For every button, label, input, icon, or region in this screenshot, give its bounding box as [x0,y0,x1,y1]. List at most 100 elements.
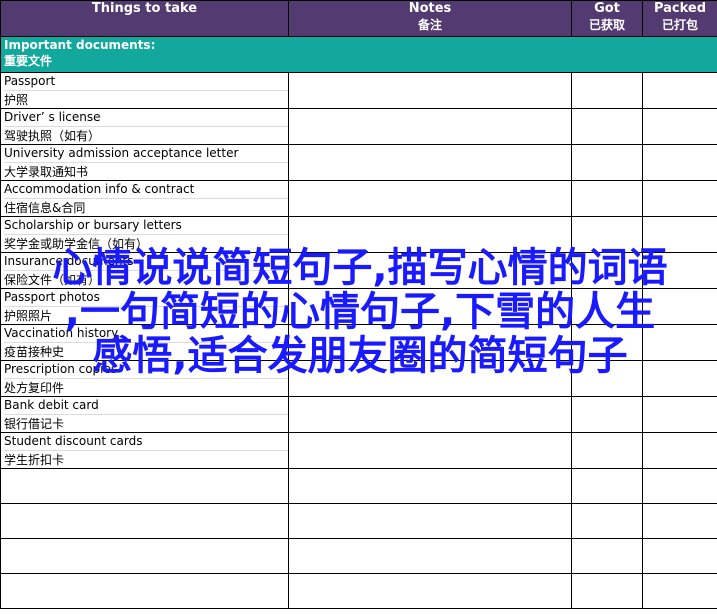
item-name-zh: 护照照片 [4,309,53,323]
got-cell[interactable] [571,72,643,109]
got-cell[interactable] [571,324,643,361]
header-notes-zh: 备注 [417,18,442,32]
notes-cell[interactable] [288,288,572,325]
section-title-zh: 重要文件 [4,54,53,68]
notes-cell[interactable] [288,180,572,217]
notes-cell[interactable] [288,468,572,504]
table-row-empty [0,538,717,574]
packed-cell[interactable] [642,180,717,217]
item-name-cell[interactable]: Prescription copies 处方复印件 [0,360,289,397]
packed-cell[interactable] [642,252,717,289]
item-name-zh: 奖学金或助学金信（如有） [4,237,149,251]
item-name-en: University admission acceptance letter [4,146,288,163]
got-cell[interactable] [571,216,643,253]
table-row: Passport photos 护照照片 [0,288,717,325]
got-cell[interactable] [571,573,643,609]
item-name-en: Driver’ s license [4,110,288,127]
got-cell[interactable] [571,432,643,469]
item-name-zh: 处方复印件 [4,381,65,395]
got-cell[interactable] [571,288,643,325]
item-name-en: Passport photos [4,290,288,307]
table-row-empty [0,503,717,539]
item-name-cell[interactable] [0,503,289,539]
got-cell[interactable] [571,503,643,539]
table-row: Vaccination history 疫苗接种史 [0,324,717,361]
item-name-cell[interactable]: Passport 护照 [0,72,289,109]
table-row: Bank debit card 银行借记卡 [0,396,717,433]
packing-checklist-table: Things to take Notes 备注 Got 已获取 Packed 已… [0,0,717,609]
item-name-cell[interactable]: Vaccination history 疫苗接种史 [0,324,289,361]
packed-cell[interactable] [642,432,717,469]
item-name-zh: 护照 [4,93,29,107]
item-name-zh: 疫苗接种史 [4,345,65,359]
table-row: Insurance documents 保险文件（如有） [0,252,717,289]
notes-cell[interactable] [288,216,572,253]
header-notes: Notes 备注 [288,0,572,37]
header-packed-en: Packed [653,1,707,17]
packed-cell[interactable] [642,108,717,145]
item-name-cell[interactable]: Scholarship or bursary letters 奖学金或助学金信（如… [0,216,289,253]
item-name-en: Student discount cards [4,434,288,451]
table-row: Driver’ s license 驾驶执照（如有） [0,108,717,145]
item-name-zh: 银行借记卡 [4,417,65,431]
packed-cell[interactable] [642,324,717,361]
notes-cell[interactable] [288,396,572,433]
got-cell[interactable] [571,360,643,397]
item-name-cell[interactable] [0,468,289,504]
notes-cell[interactable] [288,72,572,109]
item-name-cell[interactable]: University admission acceptance letter 大学… [0,144,289,181]
got-cell[interactable] [571,396,643,433]
item-name-en: Scholarship or bursary letters [4,218,288,235]
item-name-cell[interactable]: Insurance documents 保险文件（如有） [0,252,289,289]
got-cell[interactable] [571,180,643,217]
item-name-zh: 驾驶执照（如有） [4,129,101,143]
item-name-cell[interactable]: Bank debit card 银行借记卡 [0,396,289,433]
section-row-important-documents: Important documents: 重要文件 [0,36,717,73]
got-cell[interactable] [571,538,643,574]
notes-cell[interactable] [288,252,572,289]
packed-cell[interactable] [642,396,717,433]
header-row: Things to take Notes 备注 Got 已获取 Packed 已… [0,0,717,37]
header-got-zh: 已获取 [588,18,625,32]
packed-cell[interactable] [642,573,717,609]
notes-cell[interactable] [288,108,572,145]
got-cell[interactable] [571,468,643,504]
item-name-en: Accommodation info & contract [4,182,288,199]
item-name-cell[interactable]: Driver’ s license 驾驶执照（如有） [0,108,289,145]
notes-cell[interactable] [288,503,572,539]
header-packed: Packed 已打包 [642,0,717,37]
item-name-zh: 大学录取通知书 [4,165,89,179]
item-name-en: Vaccination history [4,326,288,343]
notes-cell[interactable] [288,144,572,181]
table-row: Prescription copies 处方复印件 [0,360,717,397]
notes-cell[interactable] [288,432,572,469]
item-name-cell[interactable] [0,538,289,574]
item-name-cell[interactable] [0,573,289,609]
table-row: Passport 护照 [0,72,717,109]
packed-cell[interactable] [642,538,717,574]
packed-cell[interactable] [642,216,717,253]
item-name-en: Passport [4,74,288,91]
item-name-en: Prescription copies [4,362,288,379]
packed-cell[interactable] [642,468,717,504]
got-cell[interactable] [571,252,643,289]
item-name-zh: 学生折扣卡 [4,453,65,467]
notes-cell[interactable] [288,360,572,397]
header-got-en: Got [594,1,620,17]
got-cell[interactable] [571,144,643,181]
packed-cell[interactable] [642,503,717,539]
packed-cell[interactable] [642,72,717,109]
item-name-cell[interactable]: Passport photos 护照照片 [0,288,289,325]
packed-cell[interactable] [642,360,717,397]
got-cell[interactable] [571,108,643,145]
item-name-en: Bank debit card [4,398,288,415]
item-name-cell[interactable]: Accommodation info & contract 住宿信息&合同 [0,180,289,217]
item-name-zh: 住宿信息&合同 [4,201,86,215]
notes-cell[interactable] [288,573,572,609]
notes-cell[interactable] [288,324,572,361]
packed-cell[interactable] [642,144,717,181]
item-name-cell[interactable]: Student discount cards 学生折扣卡 [0,432,289,469]
packed-cell[interactable] [642,288,717,325]
notes-cell[interactable] [288,538,572,574]
table-row: Accommodation info & contract 住宿信息&合同 [0,180,717,217]
